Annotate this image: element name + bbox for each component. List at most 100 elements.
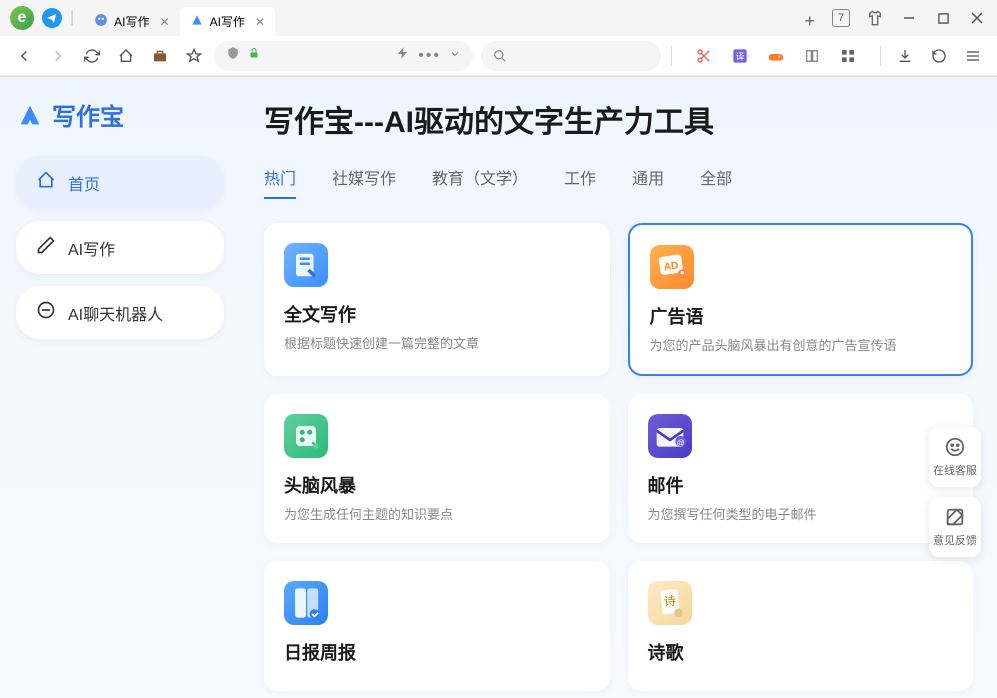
card-mail[interactable]: @ 邮件为您撰写任何类型的电子邮件 <box>628 394 974 543</box>
toolbar: ••• 译 <box>0 36 997 76</box>
card-doc-edit[interactable]: 全文写作根据标题快速创建一篇完整的文章 <box>264 223 610 376</box>
report-icon <box>284 581 328 625</box>
nav-item-home[interactable]: 首页 <box>16 156 224 209</box>
tab-close-icon[interactable]: ✕ <box>255 15 265 29</box>
close-button[interactable] <box>961 4 993 32</box>
briefcase-icon[interactable] <box>146 42 174 70</box>
page: 写作宝 首页 AI写作 AI聊天机器人 写作宝---AI驱动的文字生产力工具 热门 社… <box>0 77 997 698</box>
brand-label: 写作宝 <box>52 97 124 132</box>
float-label: 在线客服 <box>933 462 977 478</box>
forward-button[interactable] <box>44 42 72 70</box>
card-title: 广告语 <box>650 303 952 329</box>
card-desc: 为您的产品头脑风暴出有创意的广告宣传语 <box>650 335 952 354</box>
scissors-icon[interactable] <box>690 42 718 70</box>
float-label: 意见反馈 <box>933 532 977 548</box>
card-desc: 为您撰写任何类型的电子邮件 <box>648 504 954 523</box>
browser-tab[interactable]: AI写作 ✕ <box>84 7 179 36</box>
nav-label: AI聊天机器人 <box>68 301 163 325</box>
titlebar: e | AI写作 ✕ AI写作 ✕ + <box>0 0 997 36</box>
content-tabs: 热门 社媒写作 教育（文学） 工作 通用 全部 <box>264 165 973 199</box>
content-tab[interactable]: 社媒写作 <box>332 165 396 199</box>
shirt-icon[interactable] <box>859 4 891 32</box>
menu-icon[interactable] <box>959 42 987 70</box>
nav-item-chat[interactable]: AI聊天机器人 <box>16 286 224 339</box>
browser-tabs: AI写作 ✕ AI写作 ✕ + <box>84 0 825 36</box>
card-desc: 为您生成任何主题的知识要点 <box>284 504 590 523</box>
cards-grid: 全文写作根据标题快速创建一篇完整的文章 AD 广告语为您的产品头脑风暴出有创意的广告… <box>264 223 973 691</box>
float-buttons: 在线客服 意见反馈 <box>929 427 981 557</box>
browser-chrome: e | AI写作 ✕ AI写作 ✕ + <box>0 0 997 77</box>
minimize-button[interactable] <box>893 4 925 32</box>
content-tab[interactable]: 通用 <box>632 165 664 199</box>
browser-logo-icon[interactable]: e <box>10 6 34 30</box>
divider: | <box>70 9 74 27</box>
main: 写作宝---AI驱动的文字生产力工具 热门 社媒写作 教育（文学） 工作 通用 全部 全文… <box>240 77 997 698</box>
browser-tab[interactable]: AI写作 ✕ <box>180 7 275 36</box>
chevron-down-icon[interactable] <box>449 47 461 65</box>
tab-counter[interactable]: 7 <box>825 4 857 32</box>
logo-area: e | <box>0 6 84 30</box>
search-icon <box>493 49 507 63</box>
feedback-button[interactable]: 意见反馈 <box>929 497 981 557</box>
nav-label: AI写作 <box>68 236 115 260</box>
game-icon[interactable] <box>762 42 790 70</box>
card-title: 头脑风暴 <box>284 472 590 498</box>
customer-service-button[interactable]: 在线客服 <box>929 427 981 487</box>
history-icon[interactable] <box>925 42 953 70</box>
window-controls: 7 <box>825 4 997 32</box>
content-tab[interactable]: 热门 <box>264 165 296 199</box>
search-input[interactable] <box>481 41 661 71</box>
address-area: ••• <box>214 41 661 71</box>
ad-icon: AD <box>650 245 694 289</box>
card-report[interactable]: 日报周报 <box>264 561 610 691</box>
back-button[interactable] <box>10 42 38 70</box>
card-title: 全文写作 <box>284 301 590 327</box>
card-desc: 根据标题快速创建一篇完整的文章 <box>284 333 590 352</box>
divider <box>880 46 881 66</box>
content-tab[interactable]: 工作 <box>564 165 596 199</box>
svg-text:诗: 诗 <box>663 594 676 609</box>
translate-icon[interactable]: 译 <box>726 42 754 70</box>
content-tab[interactable]: 全部 <box>700 165 732 199</box>
extension-icons: 译 <box>682 42 870 70</box>
card-title: 诗歌 <box>648 639 954 665</box>
nav-item-pen[interactable]: AI写作 <box>16 221 224 274</box>
svg-text:@: @ <box>676 438 684 447</box>
book-icon[interactable] <box>798 42 826 70</box>
card-brain[interactable]: 头脑风暴为您生成任何主题的知识要点 <box>264 394 610 543</box>
mail-icon: @ <box>648 414 692 458</box>
brain-icon <box>284 414 328 458</box>
maximize-button[interactable] <box>927 4 959 32</box>
card-ad[interactable]: AD 广告语为您的产品头脑风暴出有创意的广告宣传语 <box>628 223 974 376</box>
chat-icon <box>36 300 56 325</box>
card-poem[interactable]: 诗诗歌 <box>628 561 974 691</box>
download-icon[interactable] <box>891 42 919 70</box>
lock-icon <box>248 46 260 65</box>
service-icon <box>944 436 966 458</box>
poem-icon: 诗 <box>648 581 692 625</box>
more-icon[interactable]: ••• <box>418 47 441 65</box>
card-title: 日报周报 <box>284 639 590 665</box>
svg-text:译: 译 <box>736 51 745 61</box>
page-title: 写作宝---AI驱动的文字生产力工具 <box>264 97 973 141</box>
nav-label: 首页 <box>68 171 100 195</box>
lightning-icon[interactable] <box>396 46 410 65</box>
tab-close-icon[interactable]: ✕ <box>160 15 170 29</box>
card-title: 邮件 <box>648 472 954 498</box>
divider <box>671 46 672 66</box>
pen-icon <box>36 235 56 260</box>
doc-edit-icon <box>284 243 328 287</box>
telegram-icon[interactable] <box>42 8 62 28</box>
tab-favicon-icon <box>94 13 108 30</box>
grid-icon[interactable] <box>834 42 862 70</box>
home-button[interactable] <box>112 42 140 70</box>
content-tab[interactable]: 教育（文学） <box>432 165 528 199</box>
new-tab-button[interactable]: + <box>794 7 825 36</box>
sidebar: 写作宝 首页 AI写作 AI聊天机器人 <box>0 77 240 698</box>
tab-favicon-icon <box>190 13 204 30</box>
bookmark-button[interactable] <box>180 42 208 70</box>
brand[interactable]: 写作宝 <box>16 97 224 132</box>
url-input[interactable]: ••• <box>214 41 473 71</box>
reload-button[interactable] <box>78 42 106 70</box>
tab-label: AI写作 <box>210 13 245 30</box>
